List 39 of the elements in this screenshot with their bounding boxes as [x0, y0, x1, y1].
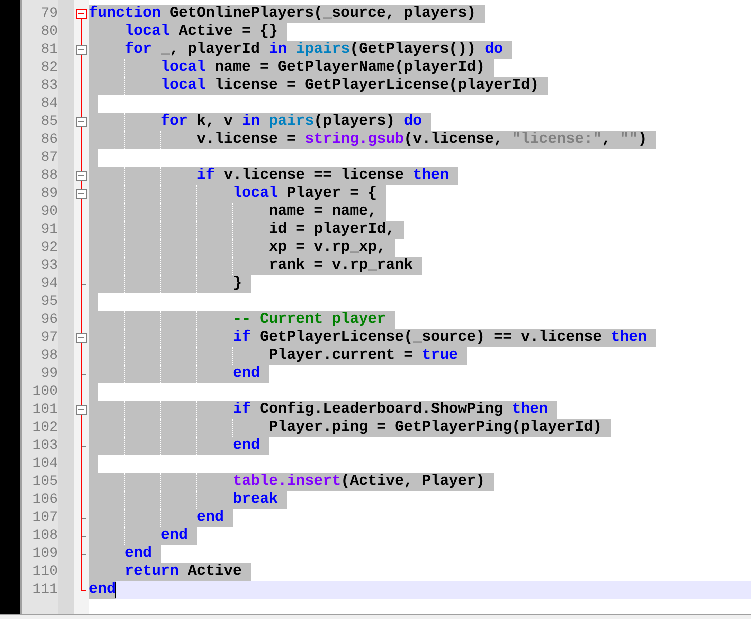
line-number: 100	[32, 383, 58, 401]
collapse-icon[interactable]	[74, 329, 89, 347]
line-number: 97	[41, 329, 58, 347]
line-number: 91	[41, 221, 58, 239]
line-number: 86	[41, 131, 58, 149]
line-number: 92	[41, 239, 58, 257]
line-number: 88	[41, 167, 58, 185]
line-number: 90	[41, 203, 58, 221]
collapse-icon[interactable]	[74, 401, 89, 419]
line-number: 79	[41, 5, 58, 23]
line-number: 110	[32, 563, 58, 581]
line-number: 103	[32, 437, 58, 455]
line-number: 82	[41, 59, 58, 77]
collapse-icon[interactable]	[74, 113, 89, 131]
line-number: 94	[41, 275, 58, 293]
line-number: 83	[41, 77, 58, 95]
collapse-icon[interactable]	[74, 185, 89, 203]
line-number: 85	[41, 113, 58, 131]
line-number: 111	[32, 581, 58, 599]
line-number: 102	[32, 419, 58, 437]
line-number: 104	[32, 455, 58, 473]
line-number: 109	[32, 545, 58, 563]
line-number: 99	[41, 365, 58, 383]
line-number: 89	[41, 185, 58, 203]
line-number: 87	[41, 149, 58, 167]
line-number: 107	[32, 509, 58, 527]
line-number: 81	[41, 41, 58, 59]
line-number: 84	[41, 95, 58, 113]
line-number: 80	[41, 23, 58, 41]
collapse-icon[interactable]	[74, 41, 89, 59]
line-number: 95	[41, 293, 58, 311]
line-number: 96	[41, 311, 58, 329]
line-number: 106	[32, 491, 58, 509]
line-number: 108	[32, 527, 58, 545]
line-number: 105	[32, 473, 58, 491]
collapse-icon[interactable]	[74, 167, 89, 185]
line-number: 101	[32, 401, 58, 419]
line-number: 98	[41, 347, 58, 365]
line-number: 93	[41, 257, 58, 275]
